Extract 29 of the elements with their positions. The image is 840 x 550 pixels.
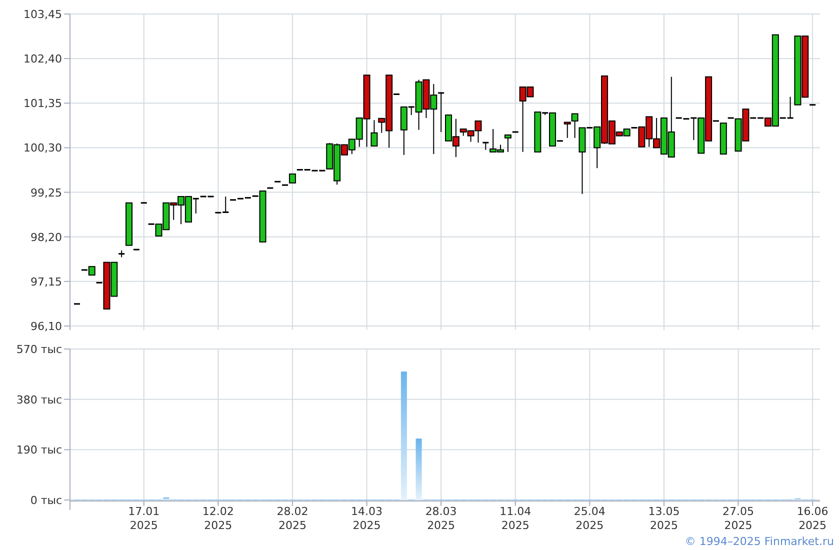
axis-label: 97,15: [30, 275, 62, 288]
axis-label: 13.05 2025: [648, 505, 680, 532]
candlestick: [140, 202, 147, 204]
axis-label: 14.03 2025: [351, 505, 383, 532]
candlestick: [74, 303, 80, 305]
axis-label: 96,10: [30, 320, 62, 333]
axis-label: 28.02 2025: [276, 505, 308, 532]
axis-label: 17.01 2025: [128, 505, 160, 532]
copyright-link[interactable]: © 1994–2025 Finmarket.ru: [684, 536, 834, 546]
axis-label: 102,40: [24, 52, 62, 66]
axis-label: 103,45: [24, 8, 62, 21]
axis-label: 100,30: [24, 142, 62, 155]
axis-label: 380 тыс: [16, 393, 62, 406]
axis-label: 16.06 2025: [796, 505, 828, 532]
axis-label: 28.03 2025: [425, 505, 457, 532]
candlestick: [810, 104, 816, 106]
axis-label: 99,25: [30, 186, 62, 200]
axis-label: 25.04 2025: [574, 505, 606, 532]
axis-label: 0 тыс: [30, 494, 62, 507]
candlestick: [126, 202, 132, 246]
axis-label: 190 тыс: [16, 444, 62, 457]
candlestick: [133, 248, 140, 250]
axis-label: 11.04 2025: [500, 505, 532, 532]
axis-label: 12.02 2025: [202, 505, 234, 532]
axis-label: 570 тыс: [16, 343, 62, 356]
candlestick: [118, 250, 125, 258]
axis-label: 27.05 2025: [722, 505, 754, 532]
axis-label: 101,35: [24, 97, 62, 110]
axis-label: 98,20: [30, 230, 62, 244]
